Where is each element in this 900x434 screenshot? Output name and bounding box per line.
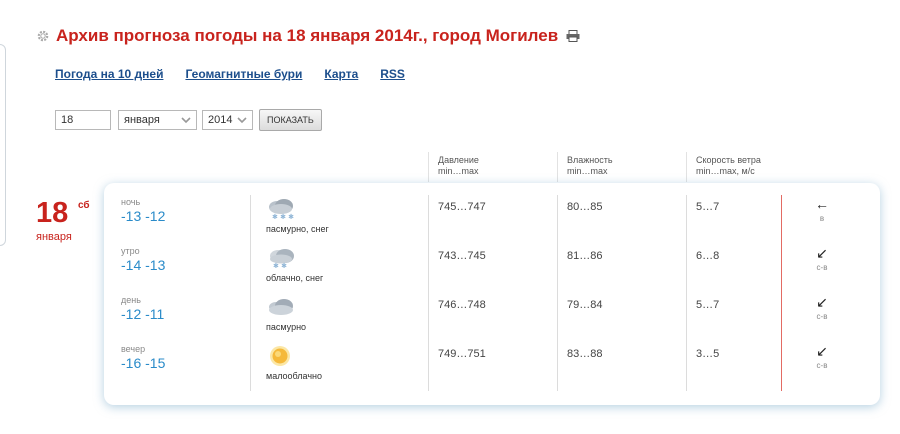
pressure-value: 743…745 — [438, 250, 486, 262]
column-divider — [557, 152, 558, 182]
humidity-header-title: Влажность — [567, 155, 613, 165]
humidity-value: 79…84 — [567, 299, 603, 311]
page-header: Архив прогноза погоды на 18 января 2014г… — [36, 26, 580, 46]
nav-links: Погода на 10 дней Геомагнитные бури Карт… — [55, 67, 405, 81]
wind-header-range: min…max, м/с — [696, 166, 755, 176]
wind-direction-arrow-icon: ↙ — [816, 294, 828, 310]
forecast-row-morning: утро -14 -13 ✱ ✱ облачно, снег 743…745 8… — [104, 246, 880, 294]
date-day: 18 — [36, 197, 69, 229]
weather-description: пасмурно, снег — [266, 224, 329, 234]
wind-value: 3…5 — [696, 348, 720, 360]
pressure-value: 746…748 — [438, 299, 486, 311]
forecast-row-night: ночь -13 -12 ✱ ✱ ✱ пасмурно, снег 745…74… — [104, 197, 880, 245]
humidity-value: 81…86 — [567, 250, 603, 262]
humidity-header: Влажность min…max — [567, 155, 613, 177]
pressure-value: 749…751 — [438, 348, 486, 360]
gear-icon — [37, 30, 49, 42]
wind-value: 5…7 — [696, 299, 720, 311]
year-select[interactable]: 2014 — [202, 110, 253, 130]
svg-text:✱ ✱ ✱: ✱ ✱ ✱ — [272, 213, 294, 221]
pressure-value: 745…747 — [438, 201, 486, 213]
wind-direction-arrow-icon: ↙ — [816, 245, 828, 261]
wind-direction: в — [819, 214, 825, 223]
wind-direction: с-в — [816, 263, 828, 272]
humidity-header-range: min…max — [567, 166, 608, 176]
wind-header: Скорость ветра min…max, м/с — [696, 155, 761, 177]
period-label: ночь — [121, 197, 141, 207]
day-input[interactable]: 18 — [55, 110, 111, 130]
page-title: Архив прогноза погоды на 18 января 2014г… — [56, 26, 559, 45]
left-panel-edge — [0, 44, 6, 246]
link-rss[interactable]: RSS — [380, 67, 405, 81]
wind-direction-arrow-icon: ← — [815, 196, 829, 212]
link-map[interactable]: Карта — [324, 67, 358, 81]
forecast-card: ночь -13 -12 ✱ ✱ ✱ пасмурно, снег 745…74… — [104, 183, 880, 405]
period-label: утро — [121, 246, 140, 256]
wind-direction-arrow-icon: ↙ — [816, 343, 828, 359]
wind-value: 6…8 — [696, 250, 720, 262]
date-month: января — [36, 231, 72, 243]
column-divider — [686, 152, 687, 182]
column-divider — [428, 152, 429, 182]
show-button[interactable]: ПОКАЗАТЬ — [259, 109, 322, 131]
wind-direction: с-в — [816, 361, 828, 370]
pressure-header-title: Давление — [438, 155, 479, 165]
weather-description: облачно, снег — [266, 273, 324, 283]
pressure-header-range: min…max — [438, 166, 479, 176]
wind-header-title: Скорость ветра — [696, 155, 761, 165]
forecast-row-day: день -12 -11 пасмурно 746…748 79…84 5…7 … — [104, 295, 880, 343]
partly-cloudy-snow-icon: ✱ ✱ — [270, 249, 294, 270]
temperature: -14 -13 — [121, 257, 166, 273]
year-select-value: 2014 — [208, 114, 233, 126]
temperature: -13 -12 — [121, 208, 166, 224]
temperature: -12 -11 — [121, 306, 165, 322]
wind-value: 5…7 — [696, 201, 720, 213]
month-select-value: января — [124, 114, 160, 126]
date-badge: 18 сб января — [36, 197, 90, 243]
month-select[interactable]: января — [118, 110, 197, 130]
chevron-down-icon — [237, 117, 247, 124]
humidity-value: 80…85 — [567, 201, 603, 213]
period-label: вечер — [121, 344, 146, 354]
weather-description: пасмурно — [266, 322, 307, 332]
link-geomagnetic-storms[interactable]: Геомагнитные бури — [185, 67, 302, 81]
overcast-icon — [269, 299, 293, 315]
wind-direction: с-в — [816, 312, 828, 321]
weather-description: малооблачно — [266, 371, 323, 381]
temperature: -16 -15 — [121, 355, 166, 371]
date-controls: 18 января 2014 ПОКАЗАТЬ — [55, 109, 322, 131]
day-input-value: 18 — [61, 114, 74, 126]
svg-text:✱ ✱: ✱ ✱ — [273, 262, 287, 270]
link-10-day-forecast[interactable]: Погода на 10 дней — [55, 67, 163, 81]
chevron-down-icon — [181, 117, 191, 124]
period-label: день — [121, 295, 141, 305]
humidity-value: 83…88 — [567, 348, 603, 360]
sun-icon — [270, 346, 290, 366]
date-weekday: сб — [78, 200, 90, 211]
cloud-snow-icon: ✱ ✱ ✱ — [269, 199, 294, 221]
print-icon[interactable] — [566, 30, 580, 42]
forecast-row-evening: вечер -16 -15 малооблачно 749…751 83…88 … — [104, 344, 880, 392]
pressure-header: Давление min…max — [438, 155, 479, 177]
